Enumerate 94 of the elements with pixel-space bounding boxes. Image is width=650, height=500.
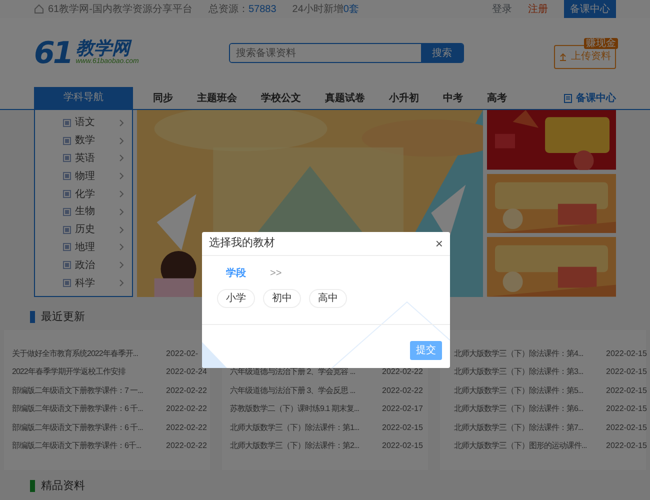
date-text: 2022-02-22 (382, 384, 423, 397)
article-link[interactable]: 六年级道德与法治下册 3、学会反思 ... (230, 384, 378, 397)
submit-button[interactable]: 提交 (410, 341, 442, 360)
article-link[interactable]: 北师大版数学三（下）除法课件：第5... (454, 384, 602, 397)
chevron-icon (119, 118, 124, 127)
article-link[interactable]: 部编版二年级语文下册教学课件：7 一... (12, 384, 162, 397)
date-text: 2022-02-15 (382, 422, 423, 434)
article-link[interactable]: 2022年春季学期开学返校工作安排 (12, 366, 162, 378)
option-button[interactable]: 初中 (263, 289, 301, 308)
close-button[interactable]: × (435, 237, 443, 250)
nav-link[interactable]: 同步 (153, 90, 173, 106)
register-link[interactable]: 注册 (528, 2, 548, 16)
date-text: 2022-02-22 (166, 440, 207, 452)
article-link[interactable]: 部编版二年级语文下册教学课件：6千... (12, 440, 162, 452)
date-text: 2022-02-15 (606, 440, 647, 452)
article-link[interactable]: 北师大版数学三（下）除法课件：第7... (454, 422, 602, 434)
chevron-icon (119, 261, 124, 270)
date-text: 2022-02-17 (382, 403, 423, 416)
option-button[interactable]: 小学 (217, 289, 255, 308)
prep-center-link[interactable]: 备课中心 (564, 87, 616, 109)
step-separator: >> (270, 267, 282, 281)
book-icon (564, 94, 572, 102)
article-link[interactable]: 北师大版数学三（下）除法课件：第1... (230, 422, 378, 434)
nav-link[interactable]: 真题试卷 (325, 90, 365, 106)
date-text: 2022-02-24 (166, 366, 207, 378)
subject-item[interactable]: 物理 (35, 167, 132, 186)
subject-icon (63, 261, 71, 270)
chevron-icon (119, 190, 124, 198)
article-link[interactable]: 北师大版数学三（下）除法课件：第4... (454, 348, 602, 360)
article-link[interactable]: 苏教版数学二（下）课时练9.1 期末复... (230, 403, 378, 416)
step-tab[interactable]: 学段 (226, 266, 246, 281)
subject-icon (63, 190, 71, 198)
date-text: 2022-02-15 (606, 403, 647, 416)
section-title: 精品资料 (40, 478, 85, 494)
home-icon (34, 4, 44, 14)
login-link[interactable]: 登录 (492, 2, 512, 16)
subject-icon (63, 172, 71, 180)
article-link[interactable]: 部编版二年级语文下册教学课件：6 千... (12, 403, 162, 416)
new-count: 24小时新增0套 (292, 2, 359, 16)
nav-link[interactable]: 学校公文 (261, 90, 301, 106)
chevron-icon (119, 208, 124, 216)
chevron-icon (119, 172, 124, 180)
subject-icon (63, 118, 71, 127)
subject-icon (63, 208, 71, 216)
subject-item[interactable]: 历史 (35, 220, 132, 239)
subject-icon (63, 136, 71, 145)
subject-item[interactable]: 化学 (35, 185, 132, 203)
resource-count: 总资源：57883 (208, 2, 276, 16)
article-link[interactable]: 北师大版数学三（下）除法课件：第3... (454, 366, 602, 378)
section-title: 最近更新 (40, 310, 85, 325)
nav-link[interactable]: 主题班会 (197, 90, 237, 106)
date-text: 2022-02-22 (382, 366, 423, 378)
subject-item[interactable]: 数学 (35, 132, 132, 150)
prep-center-button[interactable]: 备课中心 (564, 0, 616, 18)
search-field[interactable]: 搜索备课资料 搜索 (228, 43, 464, 63)
subject-icon (63, 154, 71, 162)
nav-link[interactable]: 小升初 (389, 90, 419, 106)
site-tagline: 61教学网-国内教学资源分享平台 (48, 2, 192, 16)
modal-title: 选择我的教材 (209, 236, 275, 252)
article-link[interactable]: 关于做好全市教育系统2022年春季开... (12, 348, 162, 360)
chevron-icon (119, 243, 124, 252)
date-text: 2022-02-15 (606, 348, 647, 360)
subject-item[interactable]: 语文 (35, 114, 132, 132)
chevron-icon (119, 136, 124, 145)
date-text: 2022-02-22 (166, 403, 207, 416)
date-text: 2022-02-15 (382, 440, 423, 452)
promo-badge: 赚现金 (584, 38, 618, 48)
article-link[interactable]: 部编版二年级语文下册教学课件：6 千... (12, 422, 162, 434)
subject-icon (63, 226, 71, 234)
chevron-icon (119, 226, 124, 234)
subject-item[interactable]: 地理 (35, 238, 132, 256)
date-text: 2022-02-15 (606, 384, 647, 397)
subject-icon (63, 279, 71, 288)
chevron-icon (119, 154, 124, 162)
date-text: 2022-02- (166, 348, 198, 360)
article-link[interactable]: 北师大版数学三（下）图形的运动课件... (454, 440, 602, 452)
article-link[interactable]: 北师大版数学三（下）除法课件：第2... (230, 440, 378, 452)
article-link[interactable]: 北师大版数学三（下）除法课件：第6... (454, 403, 602, 416)
subject-item[interactable]: 科学 (35, 274, 132, 292)
date-text: 2022-02-15 (606, 422, 647, 434)
option-button[interactable]: 高中 (309, 289, 347, 308)
subject-icon (63, 243, 71, 252)
chevron-icon (119, 279, 124, 288)
upload-icon (559, 52, 567, 61)
date-text: 2022-02-22 (166, 384, 207, 397)
nav-link[interactable]: 中考 (443, 90, 463, 106)
search-button[interactable]: 搜索 (420, 44, 463, 62)
subject-item[interactable]: 生物 (35, 202, 132, 221)
date-text: 2022-02-15 (606, 366, 647, 378)
subject-item[interactable]: 政治 (35, 256, 132, 274)
date-text: 2022-02-22 (166, 422, 207, 434)
subject-item[interactable]: 英语 (35, 150, 132, 168)
subject-nav-header: 学科导航 (34, 87, 133, 109)
nav-link[interactable]: 高考 (487, 90, 507, 106)
